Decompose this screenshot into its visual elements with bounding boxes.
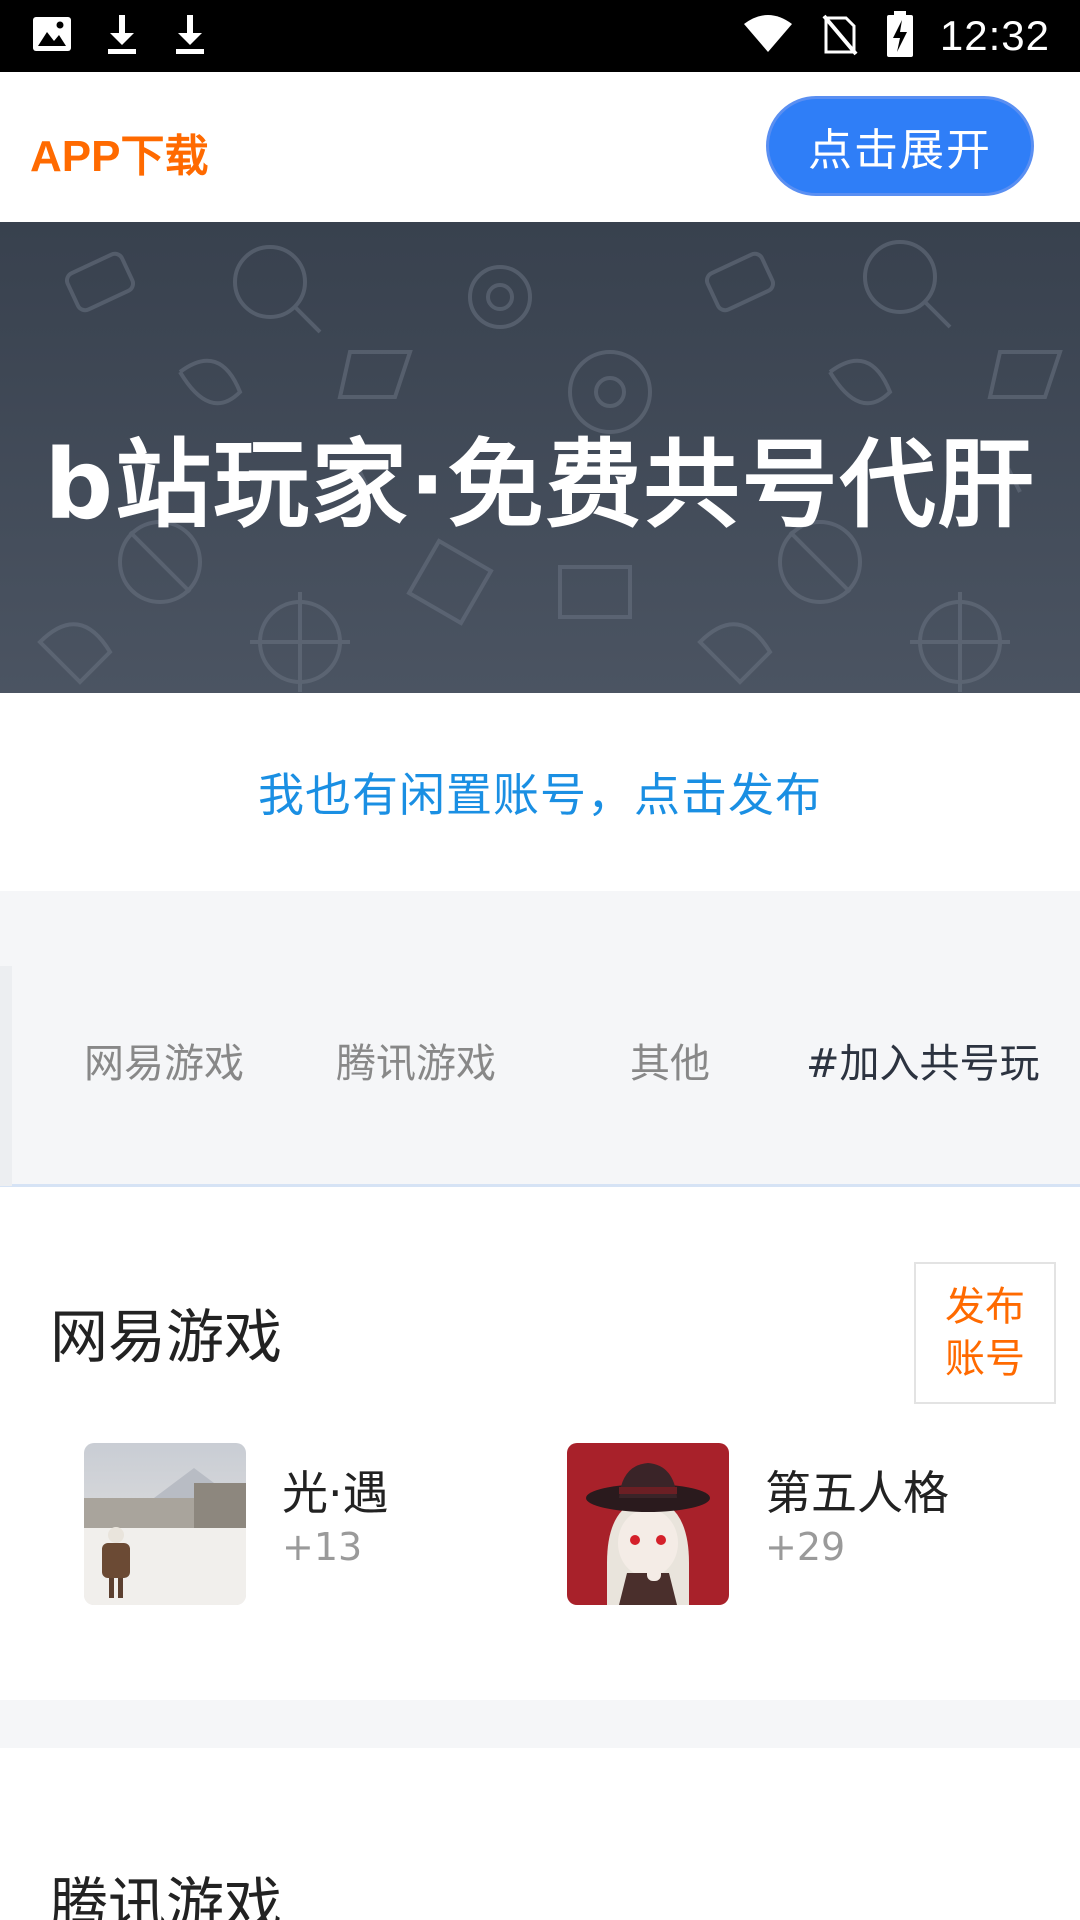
section-title: 网易游戏 <box>50 1303 283 1371</box>
tab-netease-games[interactable]: 网易游戏 <box>84 1031 244 1089</box>
tab-join-shared-account[interactable]: #加入共号玩 <box>806 1031 1040 1089</box>
download-icon <box>172 13 208 59</box>
publish-row: 我也有闲置账号，点击发布 <box>0 693 1080 891</box>
wifi-icon <box>742 14 794 58</box>
game-name: 第五人格 <box>765 1466 949 1520</box>
publish-account-line1: 发布 <box>945 1284 1025 1330</box>
banner-title: b站玩家·免费共号代肝 <box>44 429 1036 541</box>
image-icon <box>32 16 72 56</box>
app-download-link[interactable]: APP下载 <box>30 120 208 184</box>
game-item-sky[interactable]: 光·遇 +13 <box>84 1443 389 1605</box>
game-name: 光·遇 <box>282 1466 389 1520</box>
game-thumbnail <box>84 1443 246 1605</box>
game-count: +29 <box>765 1525 846 1569</box>
game-item-identity-v[interactable]: 第五人格 +29 <box>567 1443 949 1605</box>
publish-account-button[interactable]: 发布 账号 <box>914 1262 1056 1404</box>
game-count: +13 <box>282 1525 363 1569</box>
section-netease-games: 网易游戏 发布 账号 光·遇 +13 第五人格 +29 <box>0 1190 1080 1700</box>
section-title: 腾讯游戏 <box>50 1871 283 1920</box>
no-sim-icon <box>820 12 860 60</box>
tab-other[interactable]: 其他 <box>630 1031 710 1089</box>
tab-tencent-games[interactable]: 腾讯游戏 <box>336 1031 496 1089</box>
status-time: 12:32 <box>939 12 1050 59</box>
publish-account-line2: 账号 <box>945 1336 1025 1382</box>
game-thumbnail <box>567 1443 729 1605</box>
status-bar: 12:32 <box>0 0 1080 72</box>
top-header: APP下载 点击展开 <box>0 72 1080 222</box>
expand-button[interactable]: 点击展开 <box>766 96 1034 196</box>
section-tencent-games: 腾讯游戏 <box>0 1748 1080 1920</box>
download-icon <box>104 13 140 59</box>
publish-account-link[interactable]: 我也有闲置账号，点击发布 <box>258 759 822 825</box>
battery-charging-icon <box>886 10 914 62</box>
category-tabs: 网易游戏 腾讯游戏 其他 #加入共号玩 <box>0 891 1080 1187</box>
section-divider <box>0 1700 1080 1748</box>
hero-banner: b站玩家·免费共号代肝 <box>0 222 1080 693</box>
tabs-scroll-edge <box>0 966 12 1186</box>
